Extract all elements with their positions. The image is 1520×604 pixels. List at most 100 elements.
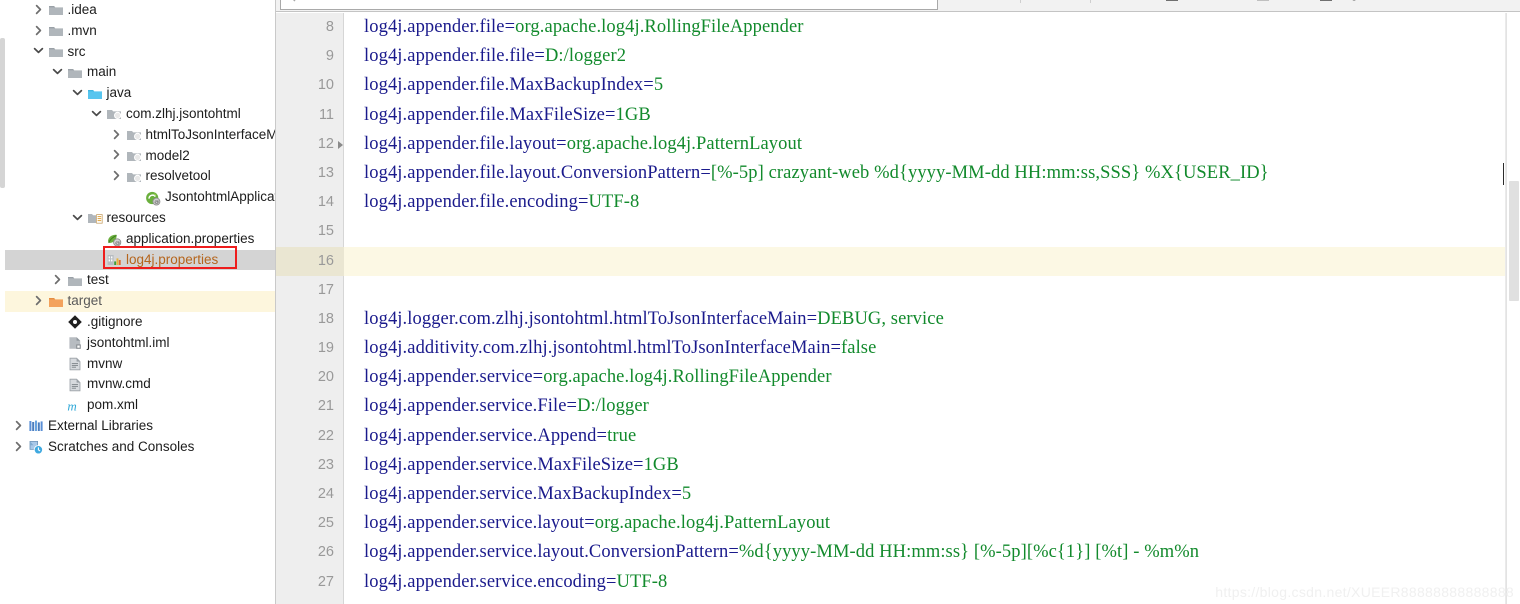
tree-item-pom-xml[interactable]: m pom.xml bbox=[5, 395, 275, 416]
chevron-down-icon[interactable] bbox=[33, 45, 46, 58]
code-line[interactable]: 12 log4j.appender.file.layout=org.apache.… bbox=[276, 130, 1520, 159]
line-number[interactable]: 25 bbox=[276, 509, 344, 538]
line-number[interactable]: 10 bbox=[276, 71, 344, 100]
tree-item-resources[interactable]: resources bbox=[5, 208, 275, 229]
clear-icon[interactable] bbox=[922, 0, 933, 5]
chevron-right-icon[interactable] bbox=[52, 274, 65, 287]
line-number[interactable]: 17 bbox=[276, 276, 344, 305]
chevron-right-icon[interactable] bbox=[111, 129, 124, 142]
match-case-checkbox[interactable]: Match Case bbox=[1166, 0, 1243, 1]
tree-item-main[interactable]: main bbox=[5, 62, 275, 83]
line-number[interactable]: 11 bbox=[276, 101, 344, 130]
find-options-dropdown-icon[interactable]: I bbox=[1100, 0, 1114, 3]
find-filter-icon-1[interactable] bbox=[1030, 0, 1041, 3]
code-line[interactable]: 15 bbox=[276, 217, 1520, 246]
code-line-text[interactable]: log4j.appender.file.layout.ConversionPat… bbox=[364, 159, 1269, 188]
line-number[interactable]: 18 bbox=[276, 305, 344, 334]
code-line[interactable]: 10 log4j.appender.file.MaxBackupIndex=5 bbox=[276, 71, 1520, 100]
match-case-box[interactable] bbox=[1166, 0, 1178, 1]
code-line-text[interactable]: log4j.appender.service=org.apache.log4j.… bbox=[364, 363, 832, 392]
line-number[interactable]: 19 bbox=[276, 334, 344, 363]
editor-scrollbar[interactable] bbox=[1506, 13, 1520, 604]
code-area[interactable]: 8 log4j.appender.file=org.apache.log4j.Ro… bbox=[276, 13, 1520, 604]
code-line-text[interactable]: log4j.appender.service.encoding=UTF-8 bbox=[364, 568, 667, 597]
code-line[interactable]: 9 log4j.appender.file.file=D:/logger2 bbox=[276, 42, 1520, 71]
code-line-text[interactable]: log4j.appender.service.MaxBackupIndex=5 bbox=[364, 480, 691, 509]
find-select-all-icon[interactable] bbox=[998, 0, 1011, 3]
code-line[interactable]: 11 log4j.appender.file.MaxFileSize=1GB bbox=[276, 101, 1520, 130]
tree-item-application-properties[interactable]: @ application.properties bbox=[5, 229, 275, 250]
tree-item-mvn[interactable]: .mvn bbox=[5, 21, 275, 42]
find-filter-icon-3[interactable] bbox=[1070, 0, 1081, 3]
code-line[interactable]: 14 log4j.appender.file.encoding=UTF-8 bbox=[276, 188, 1520, 217]
code-line-text[interactable]: log4j.appender.service.Append=true bbox=[364, 422, 636, 451]
find-next-icon[interactable] bbox=[979, 0, 989, 3]
tree-item-mvnw-cmd[interactable]: mvnw.cmd bbox=[5, 374, 275, 395]
code-line[interactable]: 25 log4j.appender.service.layout=org.apac… bbox=[276, 509, 1520, 538]
line-number[interactable]: 13 bbox=[276, 159, 344, 188]
code-line[interactable]: 16 bbox=[276, 246, 1520, 276]
line-number[interactable]: 20 bbox=[276, 363, 344, 392]
tree-item-jsontohtmlapplication[interactable]: @ JsontohtmlApplication bbox=[5, 187, 275, 208]
find-filter-icon-2[interactable] bbox=[1050, 0, 1061, 3]
code-line[interactable]: 18 log4j.logger.com.zlhj.jsontohtml.htmlT… bbox=[276, 305, 1520, 334]
line-number[interactable]: 8 bbox=[276, 13, 344, 42]
line-number[interactable]: 9 bbox=[276, 42, 344, 71]
code-line-text[interactable]: log4j.additivity.com.zlhj.jsontohtml.htm… bbox=[364, 334, 876, 363]
line-number[interactable]: 24 bbox=[276, 480, 344, 509]
regex-checkbox[interactable]: Regex bbox=[1320, 0, 1370, 1]
line-number[interactable]: 16 bbox=[276, 246, 344, 276]
find-options[interactable]: Match Case Words Regex ? bbox=[1166, 0, 1390, 1]
code-line[interactable]: 19 log4j.additivity.com.zlhj.jsontohtml.h… bbox=[276, 334, 1520, 363]
editor-scrollbar-thumb[interactable] bbox=[1509, 181, 1519, 301]
code-line[interactable]: 20 log4j.appender.service=org.apache.log4… bbox=[276, 363, 1520, 392]
code-line-text[interactable]: log4j.appender.file.encoding=UTF-8 bbox=[364, 188, 639, 217]
line-number[interactable]: 14 bbox=[276, 188, 344, 217]
code-line[interactable]: 8 log4j.appender.file=org.apache.log4j.Ro… bbox=[276, 13, 1520, 42]
regex-box[interactable] bbox=[1320, 0, 1333, 1]
chevron-right-icon[interactable] bbox=[33, 25, 46, 38]
line-number[interactable]: 15 bbox=[276, 217, 344, 246]
find-nav-buttons[interactable]: I bbox=[960, 0, 1114, 3]
tree-item-external-libraries[interactable]: External Libraries bbox=[5, 416, 275, 437]
chevron-right-icon[interactable] bbox=[111, 170, 124, 183]
tree-item-gitignore[interactable]: .gitignore bbox=[5, 312, 275, 333]
tree-item-log4j-properties[interactable]: log4j.properties bbox=[5, 249, 275, 271]
words-box[interactable] bbox=[1257, 0, 1270, 1]
find-toolbar[interactable]: I Match Case Words Regex ? bbox=[276, 0, 1520, 12]
chevron-right-icon[interactable] bbox=[33, 4, 46, 17]
code-line-text[interactable]: log4j.appender.file.MaxFileSize=1GB bbox=[364, 101, 651, 130]
tree-item-test[interactable]: test bbox=[5, 270, 275, 291]
tree-item-jsontohtml-iml[interactable]: jsontohtml.iml bbox=[5, 333, 275, 354]
code-line-text[interactable]: log4j.appender.service.File=D:/logger bbox=[364, 392, 649, 421]
tree-item-java[interactable]: java bbox=[5, 83, 275, 104]
code-line[interactable]: 22 log4j.appender.service.Append=true bbox=[276, 422, 1520, 451]
tree-item-model2[interactable]: model2 bbox=[5, 146, 275, 167]
code-lines[interactable]: 8 log4j.appender.file=org.apache.log4j.Ro… bbox=[276, 13, 1520, 604]
code-line-text[interactable]: log4j.appender.file.layout=org.apache.lo… bbox=[364, 130, 802, 159]
tree-item-scratches-and-consoles[interactable]: Scratches and Consoles bbox=[5, 437, 275, 458]
code-line[interactable]: 26 log4j.appender.service.layout.Conversi… bbox=[276, 538, 1520, 567]
chevron-down-icon[interactable] bbox=[91, 108, 104, 121]
tree-item-idea[interactable]: .idea bbox=[5, 0, 275, 21]
chevron-right-icon[interactable] bbox=[13, 420, 26, 433]
tree-item-resolvetool[interactable]: resolvetool bbox=[5, 166, 275, 187]
code-line[interactable]: 13 log4j.appender.file.layout.ConversionP… bbox=[276, 159, 1520, 188]
code-line-text[interactable]: log4j.appender.file.file=D:/logger2 bbox=[364, 42, 626, 71]
chevron-down-icon[interactable] bbox=[52, 66, 65, 79]
tree-item-mvnw[interactable]: mvnw bbox=[5, 354, 275, 375]
code-line[interactable]: 21 log4j.appender.service.File=D:/logger bbox=[276, 392, 1520, 421]
tree-item-src[interactable]: src bbox=[5, 42, 275, 63]
code-line[interactable]: 17 bbox=[276, 276, 1520, 305]
words-checkbox[interactable]: Words bbox=[1257, 0, 1306, 1]
tree-item-com-zlhj-jsontohtml[interactable]: com.zlhj.jsontohtml bbox=[5, 104, 275, 125]
chevron-down-icon[interactable] bbox=[72, 87, 85, 100]
code-line-text[interactable]: log4j.logger.com.zlhj.jsontohtml.htmlToJ… bbox=[364, 305, 944, 334]
find-input[interactable] bbox=[280, 0, 938, 10]
tree-item-target[interactable]: target bbox=[5, 291, 275, 312]
code-line[interactable]: 24 log4j.appender.service.MaxBackupIndex=… bbox=[276, 480, 1520, 509]
code-line-text[interactable]: log4j.appender.service.MaxFileSize=1GB bbox=[364, 451, 679, 480]
chevron-right-icon[interactable] bbox=[13, 441, 26, 454]
chevron-right-icon[interactable] bbox=[33, 295, 46, 308]
chevron-down-icon[interactable] bbox=[72, 212, 85, 225]
